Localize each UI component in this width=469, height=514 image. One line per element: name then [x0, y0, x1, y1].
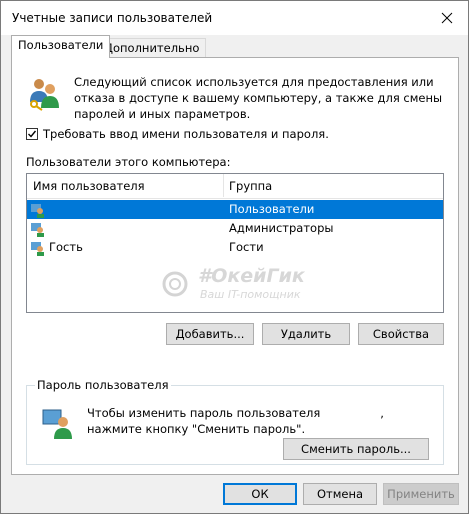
add-user-button[interactable]: Добавить...: [166, 323, 254, 345]
tab-users[interactable]: Пользователи: [11, 35, 111, 58]
users-description: Следующий список используется для предос…: [74, 75, 443, 121]
require-login-checkbox[interactable]: [26, 128, 38, 140]
cancel-button[interactable]: Отмена: [303, 483, 377, 505]
require-login-label[interactable]: Требовать ввод имени пользователя и паро…: [43, 127, 329, 141]
checkmark-icon: [28, 130, 37, 138]
row-username: Гость: [49, 240, 83, 254]
user-password-icon: [41, 406, 75, 440]
user-icon: [31, 223, 44, 237]
users-tab-panel: Следующий список используется для предос…: [11, 57, 459, 475]
row-group: Гости: [229, 240, 264, 254]
password-instructions: Чтобы изменить пароль пользователя, нажм…: [87, 405, 437, 437]
listview-header: Имя пользователя Группа: [27, 174, 443, 199]
column-header-username[interactable]: Имя пользователя: [33, 179, 145, 193]
table-row[interactable]: Администраторы: [27, 219, 443, 238]
password-group: Пароль пользователя Чтобы изменить парол…: [26, 378, 444, 465]
user-icon: [31, 242, 44, 256]
row-group: Администраторы: [229, 221, 334, 235]
column-divider[interactable]: [223, 174, 224, 197]
change-password-button[interactable]: Сменить пароль...: [283, 438, 429, 460]
watermark-title: #ОкейГик: [198, 265, 305, 287]
users-list-label: Пользователи этого компьютера:: [26, 155, 231, 169]
gear-icon: [162, 271, 188, 297]
user-icon: [31, 204, 44, 218]
table-row[interactable]: Пользователи: [27, 200, 443, 219]
password-group-title: Пароль пользователя: [35, 378, 171, 392]
remove-user-button[interactable]: Удалить: [262, 323, 350, 345]
dialog-client-area: Пользователи Дополнительно Следующий спи…: [1, 35, 468, 513]
title-bar[interactable]: Учетные записи пользователей: [1, 1, 468, 35]
properties-button[interactable]: Свойства: [358, 323, 444, 345]
column-header-group[interactable]: Группа: [229, 179, 272, 193]
table-row[interactable]: Гость Гости: [27, 238, 443, 257]
close-button[interactable]: [436, 7, 458, 29]
close-icon: [441, 12, 453, 24]
user-accounts-window: Учетные записи пользователей Пользовател…: [0, 0, 469, 514]
users-keys-icon: [26, 76, 62, 112]
watermark-subtitle: Ваш IT-помощник: [200, 288, 301, 301]
password-text-part1: Чтобы изменить пароль пользователя: [87, 406, 321, 420]
ok-button[interactable]: ОК: [223, 483, 297, 505]
window-title: Учетные записи пользователей: [12, 11, 213, 25]
apply-button[interactable]: Применить: [383, 483, 459, 505]
row-group: Пользователи: [229, 202, 315, 216]
tab-advanced[interactable]: Дополнительно: [97, 38, 207, 58]
